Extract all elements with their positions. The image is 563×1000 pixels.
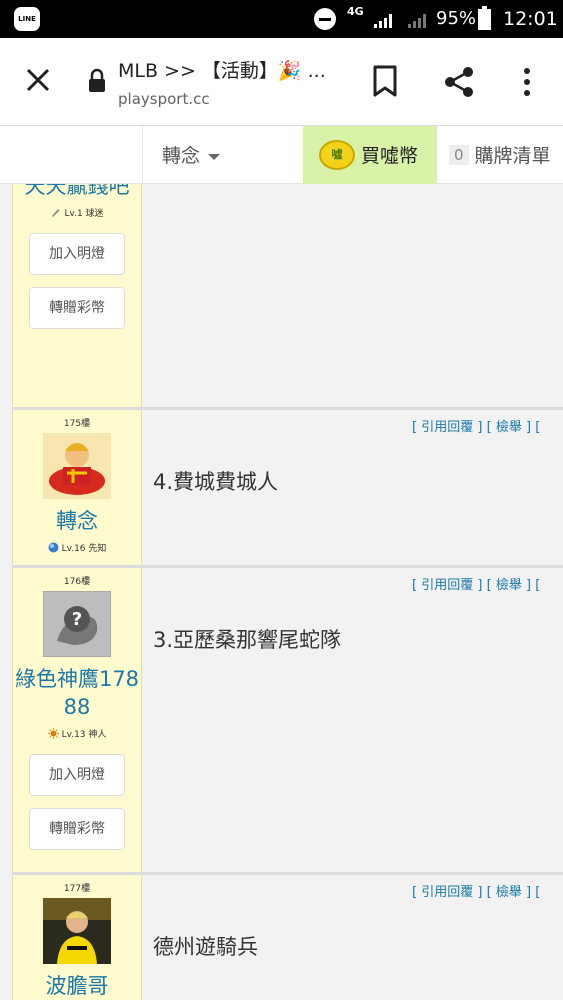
pencil-icon (52, 209, 60, 217)
lock-icon (87, 68, 107, 94)
avatar[interactable]: ? (42, 590, 112, 658)
user-info-panel: 天天贏錢吧 Lv.1 球迷 加入明燈 轉贈彩幣 (12, 184, 142, 407)
post-actions: [ 引用回覆 ] [ 檢舉 ] [ (412, 420, 541, 435)
gift-coins-button[interactable]: 轉贈彩幣 (29, 287, 125, 329)
username[interactable]: 轉念 (13, 507, 141, 535)
report-link[interactable]: 檢舉 (496, 885, 522, 900)
user-info-panel: 175樓 轉念 Lv.16 先知 (12, 410, 142, 565)
user-level-text: Lv.16 先知 (61, 544, 107, 554)
post-body: [ 引用回覆 ] [ 檢舉 ] [ 德州遊騎兵 (142, 875, 563, 1000)
coin-icon: 噓 (319, 140, 355, 170)
post-text: 德州遊騎兵 (153, 935, 258, 959)
username[interactable]: 天天贏錢吧 (13, 184, 141, 200)
user-info-panel: 176樓 ? 綠色神鷹17888 Lv.13 神人 加入明燈 轉贈彩幣 (12, 568, 142, 872)
purchase-list-button[interactable]: 0 購牌清單 (437, 126, 563, 184)
clock: 12:01 (503, 8, 558, 30)
browser-toolbar: MLB >> 【活動】🎉 ... playsport.cc (0, 38, 563, 126)
bookmark-icon[interactable] (370, 64, 400, 98)
avatar[interactable] (43, 898, 111, 964)
username[interactable]: 波膽哥 (13, 972, 141, 1000)
purchase-count-badge: 0 (449, 145, 469, 165)
network-type: 4G (347, 5, 364, 18)
post-body: [ 引用回覆 ] [ 檢舉 ] [ 3.亞歷桑那響尾蛇隊 (142, 568, 563, 872)
close-icon[interactable] (22, 64, 54, 96)
battery-icon (478, 6, 491, 30)
post-actions: [ 引用回覆 ] [ 檢舉 ] [ (412, 578, 541, 593)
svg-text:?: ? (72, 609, 82, 630)
post-body (142, 184, 563, 407)
report-link[interactable]: 檢舉 (496, 578, 522, 593)
page-title[interactable]: MLB >> 【活動】🎉 ... (118, 56, 326, 83)
post-body: [ 引用回覆 ] [ 檢舉 ] [ 4.費城費城人 (142, 410, 563, 565)
signal-secondary-icon (408, 12, 430, 28)
user-level-text: Lv.1 球迷 (64, 209, 104, 219)
quote-reply-link[interactable]: 引用回覆 (421, 420, 473, 435)
post-actions: [ 引用回覆 ] [ 檢舉 ] [ (412, 885, 541, 900)
floor-number: 176樓 (63, 577, 91, 587)
buy-coins-button[interactable]: 噓 買噓幣 (303, 126, 437, 184)
forum-thread: 天天贏錢吧 Lv.1 球迷 加入明燈 轉贈彩幣 175樓 轉念 Lv.16 先知… (0, 184, 563, 1000)
report-link[interactable]: 檢舉 (496, 420, 522, 435)
battery-percent: 95% (436, 8, 477, 29)
share-icon[interactable] (442, 65, 476, 99)
page-url[interactable]: playsport.cc (118, 90, 210, 108)
buy-coins-label: 買噓幣 (361, 145, 419, 167)
purchase-list-label: 購牌清單 (474, 145, 551, 167)
status-bar: LINE 4G 95% 12:01 (0, 0, 563, 38)
quote-reply-link[interactable]: 引用回覆 (421, 578, 473, 593)
user-level: Lv.1 球迷 (13, 206, 141, 219)
line-app-icon: LINE (14, 7, 40, 31)
do-not-disturb-icon (314, 8, 336, 30)
user-level: Lv.13 神人 (13, 727, 141, 740)
floor-number: 175樓 (63, 419, 91, 429)
user-level-text: Lv.13 神人 (61, 730, 107, 740)
user-info-panel: 177樓 波膽哥 (12, 875, 142, 1000)
site-tab-strip: 轉念 噓 買噓幣 0 購牌清單 (0, 126, 563, 184)
post-text: 4.費城費城人 (153, 470, 279, 494)
forum-post: 177樓 波膽哥 [ 引用回覆 ] [ 檢舉 ] [ 德州遊騎兵 (12, 875, 563, 1000)
user-dropdown[interactable]: 轉念 (143, 126, 303, 184)
level-orb-icon (48, 542, 59, 553)
more-vertical-icon[interactable] (517, 66, 537, 98)
avatar[interactable] (43, 433, 111, 499)
signal-icon (374, 12, 396, 28)
add-favorite-button[interactable]: 加入明燈 (29, 233, 125, 275)
add-favorite-button[interactable]: 加入明燈 (29, 754, 125, 796)
caret-down-icon (208, 153, 221, 160)
user-level: Lv.16 先知 (13, 541, 141, 554)
user-dropdown-label: 轉念 (162, 145, 201, 167)
gift-coins-button[interactable]: 轉贈彩幣 (29, 808, 125, 850)
forum-post: 175樓 轉念 Lv.16 先知 [ 引用回覆 ] [ 檢舉 ] [4.費城費… (12, 410, 563, 568)
quote-reply-link[interactable]: 引用回覆 (421, 885, 473, 900)
username[interactable]: 綠色神鷹17888 (13, 665, 141, 721)
forum-post: 天天贏錢吧 Lv.1 球迷 加入明燈 轉贈彩幣 (12, 184, 563, 410)
forum-post: 176樓 ? 綠色神鷹17888 Lv.13 神人 加入明燈 轉贈彩幣 [ 引用… (12, 568, 563, 875)
sun-badge-icon (47, 728, 59, 739)
tab-blank (0, 126, 143, 184)
floor-number: 177樓 (63, 884, 91, 894)
post-text: 3.亞歷桑那響尾蛇隊 (153, 628, 342, 652)
